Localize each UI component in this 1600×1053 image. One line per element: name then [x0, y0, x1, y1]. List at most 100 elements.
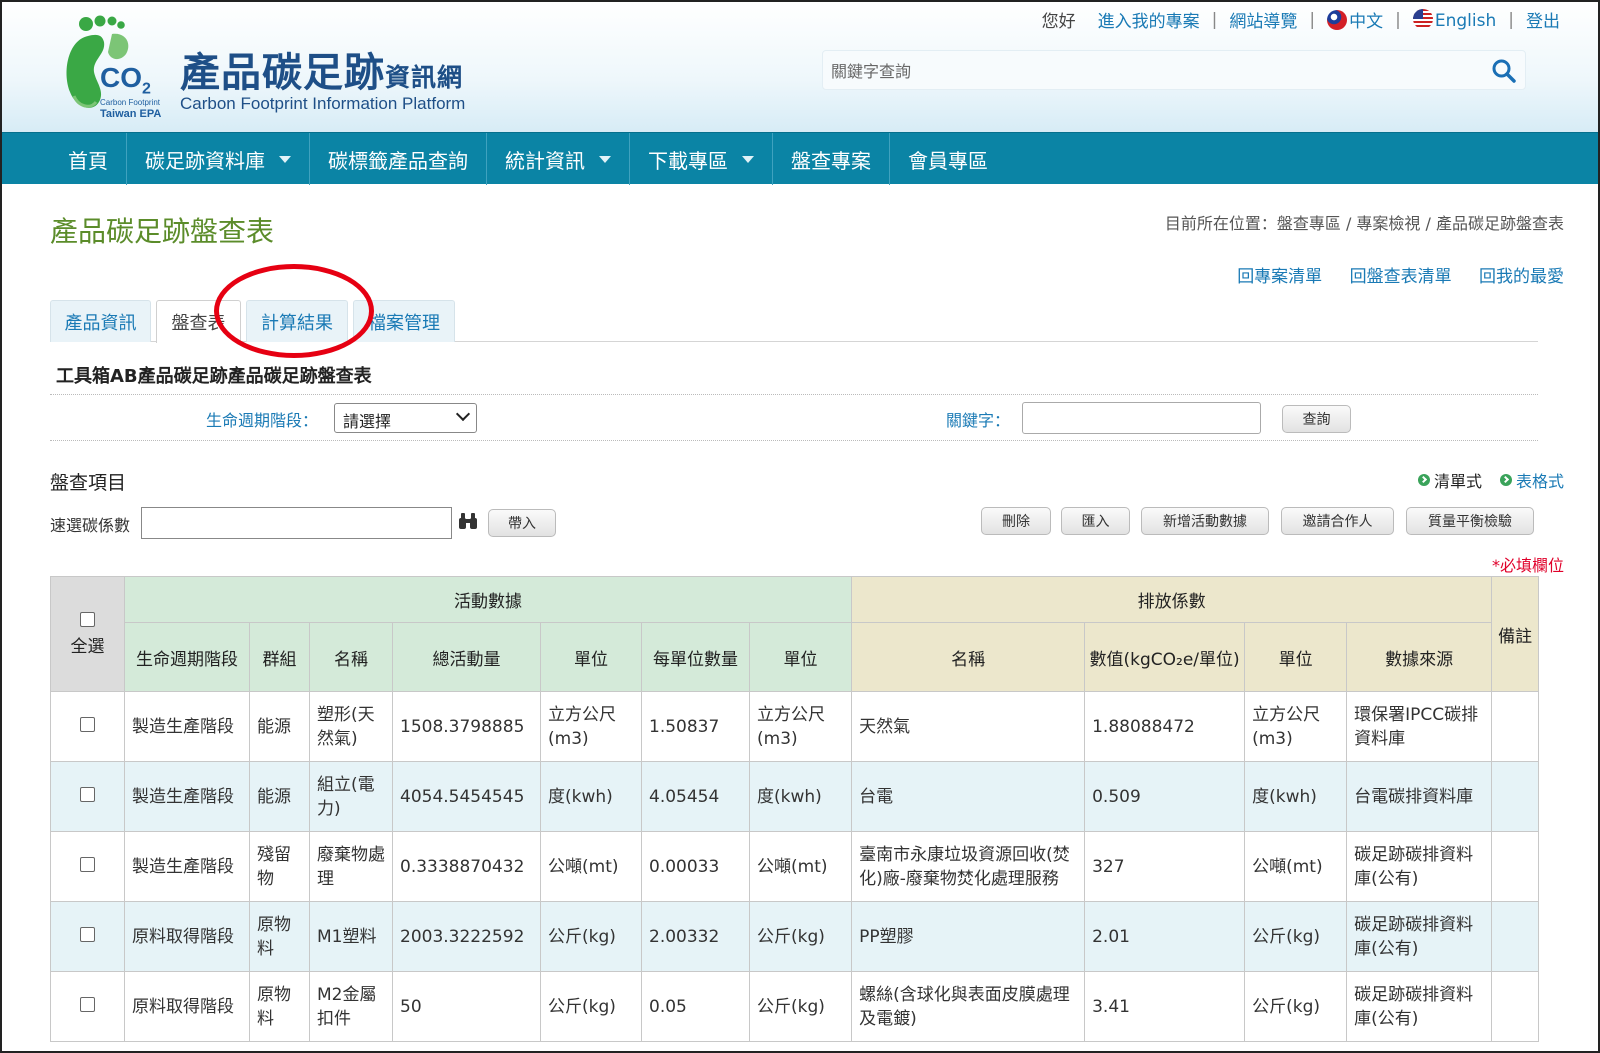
row-select-cell [50, 691, 125, 762]
nav-downloads[interactable]: 下載專區 [630, 133, 773, 185]
cell-per-unit-qty: 0.00033 [641, 831, 750, 902]
link-chinese[interactable]: 中文 [1327, 7, 1383, 32]
view-table-link[interactable]: 表格式 [1516, 468, 1564, 492]
cell-activity-name[interactable]: M2金屬扣件 [309, 971, 393, 1042]
binoculars-icon[interactable] [458, 512, 478, 530]
cell-per-unit-unit: 公噸(mt) [748, 831, 853, 902]
nav-inventory-projects[interactable]: 盤查專案 [773, 133, 890, 185]
col-stage: 生命週期階段 [124, 622, 250, 692]
view-list-link[interactable]: 清單式 [1434, 468, 1482, 492]
keyword-input[interactable] [1022, 402, 1261, 434]
table-row: 製造生產階段 能源 組立(電力) 4054.5454545 度(kwh) 4.05454 度… [50, 761, 1540, 832]
greeting: 您好 [1041, 12, 1076, 32]
invite-collaborator-button[interactable]: 邀請合作人 [1281, 507, 1394, 535]
cell-factor-unit: 公斤(kg) [1244, 901, 1348, 972]
fast-select-label: 速選碳係數 [50, 516, 131, 535]
inventory-table: 全選 活動數據 排放係數 備註 生命週期階段 群組 名稱 總活動量 單位 每單位… [50, 576, 1540, 1042]
caret-down-icon [599, 155, 611, 163]
cell-activity-name[interactable]: 廢棄物處理 [309, 831, 393, 902]
link-back-inventory-list[interactable]: 回盤查表清單 [1350, 267, 1452, 287]
cell-activity-name[interactable]: 塑形(天然氣) [309, 691, 393, 762]
table-row: 製造生產階段 殘留物 廢棄物處理 0.3338870432 公噸(mt) 0.00033 公… [50, 831, 1540, 902]
row-checkbox[interactable] [80, 856, 95, 872]
cell-group: 原物料 [249, 901, 310, 972]
cell-activity-unit: 公斤(kg) [540, 901, 642, 972]
col-per-unit-qty: 每單位數量 [641, 622, 750, 692]
breadcrumb: 目前所在位置：盤查專區 / 專案檢視 / 產品碳足跡盤查表 [1164, 214, 1564, 233]
cell-data-source: 環保署IPCC碳排資料庫 [1346, 691, 1493, 762]
logo-epa-line1: Carbon Footprint [100, 98, 161, 107]
mass-balance-check-button[interactable]: 質量平衡檢驗 [1406, 507, 1534, 535]
link-back-projects[interactable]: 回專案清單 [1237, 267, 1322, 287]
cell-activity-name[interactable]: M1塑料 [309, 901, 393, 972]
inventory-table-body: 製造生產階段 能源 塑形(天然氣) 1508.3798885 立方公尺(m3) 1.508… [50, 691, 1540, 1042]
cell-note [1491, 761, 1540, 832]
select-all-label: 全選 [70, 636, 105, 657]
cell-factor-unit: 度(kwh) [1244, 761, 1348, 832]
app-frame: CO2 Carbon Footprint Taiwan EPA 產品碳足跡資訊網… [0, 0, 1600, 1053]
cell-factor-name: 螺絲(含球化與表面皮膜處理及電鍍) [851, 971, 1086, 1042]
col-activity-unit: 單位 [540, 622, 642, 692]
stage-select[interactable]: 請選擇 [334, 403, 477, 433]
import-coefficient-button[interactable]: 帶入 [488, 509, 556, 537]
delete-button[interactable]: 刪除 [981, 507, 1051, 535]
nav-cf-database[interactable]: 碳足跡資料庫 [127, 133, 310, 185]
form-title: 工具箱AB產品碳足跡產品碳足跡盤查表 [56, 366, 372, 387]
cell-total-activity: 1508.3798885 [392, 691, 541, 762]
required-note: *必填欄位 [1491, 556, 1564, 575]
cell-stage: 製造生產階段 [124, 691, 250, 762]
nav-statistics[interactable]: 統計資訊 [487, 133, 630, 185]
page-title: 產品碳足跡盤查表 [50, 215, 275, 248]
row-checkbox[interactable] [80, 716, 95, 732]
select-all-header[interactable]: 全選 [50, 576, 125, 692]
link-logout[interactable]: 登出 [1526, 7, 1560, 32]
cell-factor-unit: 公噸(mt) [1244, 831, 1348, 902]
search-icon[interactable] [1491, 58, 1517, 84]
nav-members[interactable]: 會員專區 [890, 133, 1006, 185]
caret-down-icon [279, 155, 291, 163]
cell-activity-name[interactable]: 組立(電力) [309, 761, 393, 832]
link-back-favorites[interactable]: 回我的最愛 [1479, 267, 1564, 287]
add-activity-data-button[interactable]: 新增活動數據 [1141, 507, 1269, 535]
row-checkbox[interactable] [80, 786, 95, 802]
select-all-checkbox[interactable] [80, 611, 95, 627]
tab-bar: 產品資訊 盤查表 計算結果 檔案管理 [50, 300, 1538, 343]
link-sitemap[interactable]: 網站導覽 [1229, 7, 1297, 32]
cell-factor-unit: 公斤(kg) [1244, 971, 1348, 1042]
nav-home[interactable]: 首頁 [50, 133, 127, 185]
cell-per-unit-qty: 2.00332 [641, 901, 750, 972]
stage-select-value: 請選擇 [343, 412, 392, 431]
query-button[interactable]: 查詢 [1282, 405, 1351, 433]
cell-note [1491, 691, 1540, 762]
tab-inventory-sheet[interactable]: 盤查表 [156, 300, 241, 343]
link-my-projects[interactable]: 進入我的專案 [1098, 7, 1200, 32]
cell-group: 殘留物 [249, 831, 310, 902]
activity-group-header: 活動數據 [123, 576, 853, 623]
cell-factor-name: PP塑膠 [851, 901, 1086, 972]
row-checkbox[interactable] [80, 996, 95, 1012]
tab-product-info[interactable]: 產品資訊 [50, 300, 151, 342]
cell-note [1491, 831, 1540, 902]
col-total-activity: 總活動量 [392, 622, 541, 692]
fast-select-input[interactable] [141, 507, 452, 539]
row-select-cell [50, 971, 125, 1042]
tab-calc-results[interactable]: 計算結果 [246, 300, 348, 342]
nav-label-products[interactable]: 碳標籤產品查詢 [310, 133, 487, 185]
cell-stage: 製造生產階段 [124, 761, 250, 832]
logo-epa-line2: Taiwan EPA [100, 108, 162, 120]
row-checkbox[interactable] [80, 926, 95, 942]
import-button[interactable]: 匯入 [1061, 507, 1130, 535]
emission-group-header: 排放係數 [851, 576, 1493, 623]
divider: | [1395, 9, 1401, 30]
cell-per-unit-unit: 立方公尺(m3) [748, 691, 853, 762]
site-logo[interactable]: CO2 Carbon Footprint Taiwan EPA 產品碳足跡資訊網… [60, 10, 490, 120]
tab-file-management[interactable]: 檔案管理 [353, 300, 455, 342]
col-activity-name: 名稱 [309, 622, 393, 692]
link-english[interactable]: English [1412, 8, 1496, 31]
cell-group: 原物料 [249, 971, 310, 1042]
table-row: 原料取得階段 原物料 M1塑料 2003.3222592 公斤(kg) 2.00332 公斤… [50, 901, 1540, 972]
site-title: 產品碳足跡資訊網 [180, 50, 464, 96]
cell-factor-unit: 立方公尺(m3) [1244, 691, 1348, 762]
search-input[interactable] [831, 57, 1471, 85]
cell-factor-name: 天然氣 [851, 691, 1086, 762]
